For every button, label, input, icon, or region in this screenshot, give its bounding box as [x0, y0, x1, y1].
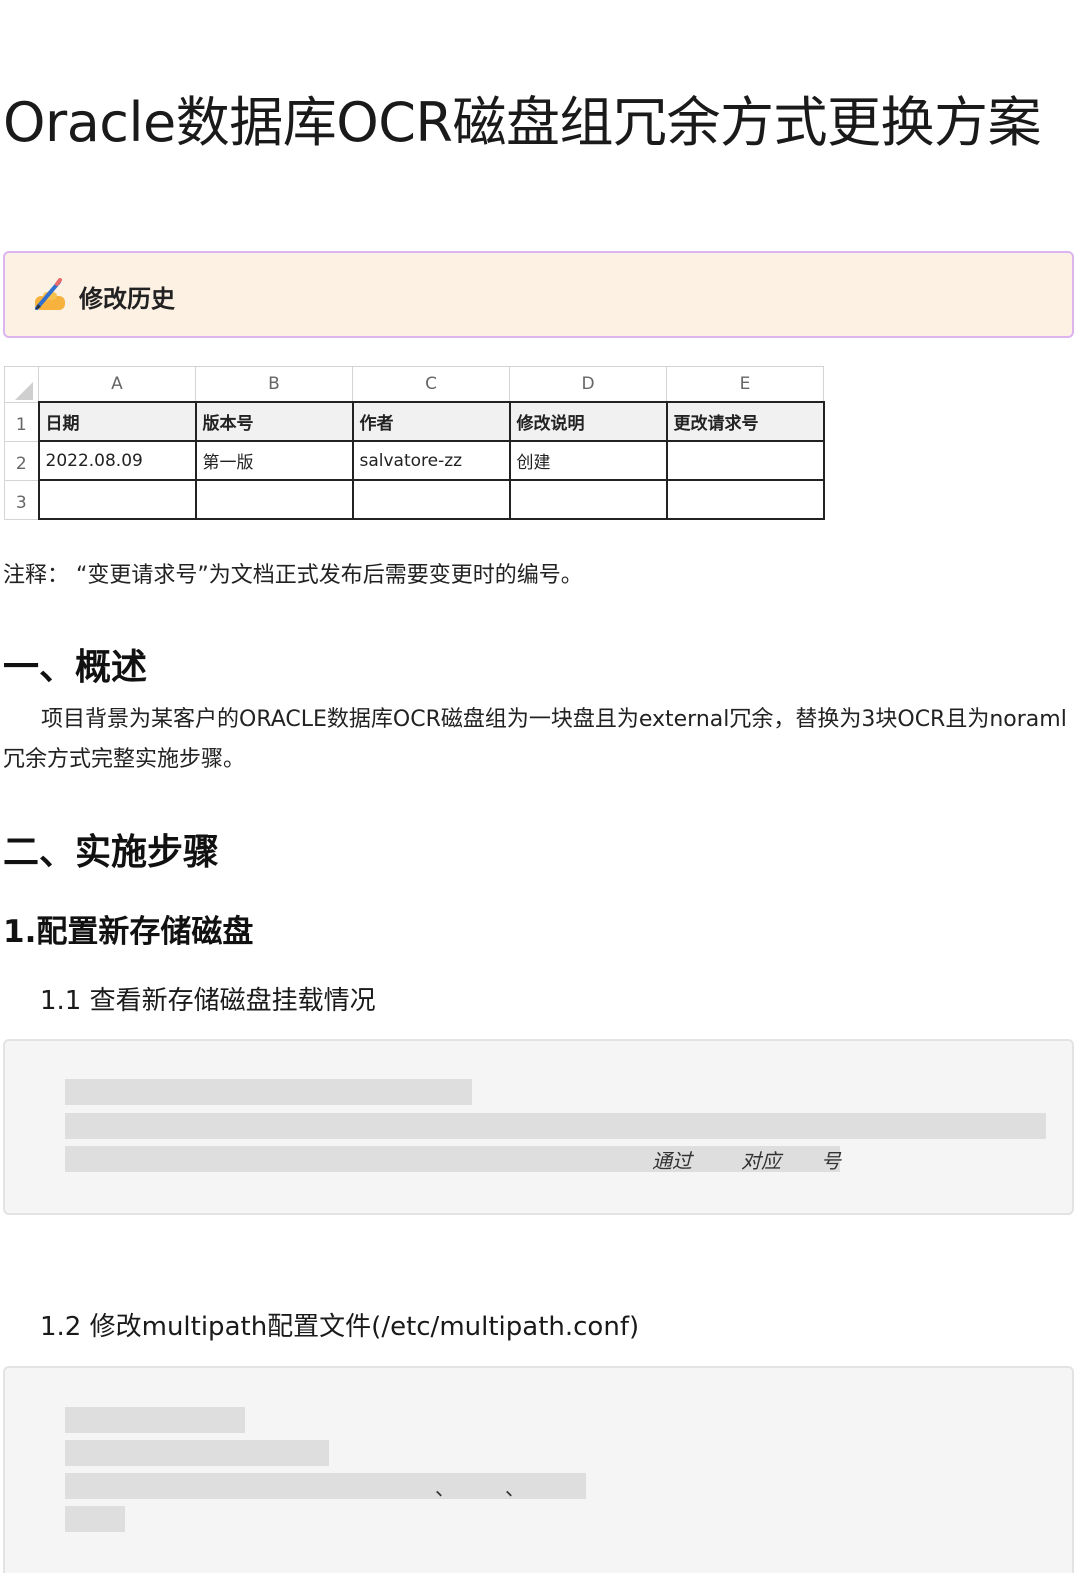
redacted-code-line	[65, 1113, 1046, 1139]
code-block: 、 、	[3, 1366, 1074, 1573]
step-heading: 1.1 查看新存储磁盘挂载情况	[40, 986, 376, 1016]
code-block: 通过 对应 号	[3, 1039, 1074, 1215]
column-header[interactable]: E	[666, 366, 824, 403]
redacted-code-line	[65, 1079, 472, 1105]
writing-hand-icon	[35, 278, 65, 310]
code-fragment: 号	[821, 1149, 841, 1173]
table-cell[interactable]: 创建	[508, 440, 668, 481]
row-number[interactable]: 1	[4, 401, 39, 442]
section-heading-overview: 一、概述	[3, 647, 148, 688]
redacted-code-line	[65, 1407, 245, 1433]
table-note: 注释： “变更请求号”为文档正式发布后需要变更时的编号。	[3, 563, 583, 588]
column-header-row: A B C D E	[4, 366, 824, 403]
table-cell[interactable]: 版本号	[194, 401, 354, 442]
redacted-code-line	[65, 1440, 329, 1466]
table-cell[interactable]: 第一版	[194, 440, 354, 481]
column-header[interactable]: D	[509, 366, 667, 403]
table-cell[interactable]: 日期	[37, 401, 197, 442]
subsection-heading: 1.配置新存储磁盘	[3, 914, 254, 950]
code-fragment: 、	[435, 1476, 455, 1500]
code-fragment: 对应	[741, 1149, 781, 1173]
table-cell[interactable]	[351, 479, 511, 520]
page-title: Oracle数据库OCR磁盘组冗余方式更换方案	[3, 91, 1041, 154]
table-cell[interactable]: 2022.08.09	[37, 440, 197, 481]
table-cell[interactable]	[665, 440, 825, 481]
revision-history-table: A B C D E 1 日期 版本号 作者 修改说明 更改请求号 2 2022.…	[4, 366, 825, 520]
code-fragment: 通过	[652, 1149, 692, 1173]
column-header[interactable]: C	[352, 366, 510, 403]
row-number[interactable]: 3	[4, 479, 39, 520]
section-heading-steps: 二、实施步骤	[3, 832, 220, 873]
table-cell[interactable]	[665, 479, 825, 520]
select-all-corner[interactable]	[4, 366, 39, 403]
table-row: 2 2022.08.09 第一版 salvatore-zz 创建	[4, 440, 825, 481]
table-cell[interactable]	[508, 479, 668, 520]
table-row: 3	[4, 479, 825, 520]
table-cell[interactable]	[194, 479, 354, 520]
step-heading: 1.2 修改multipath配置文件(/etc/multipath.conf)	[40, 1312, 640, 1342]
callout-title: 修改历史	[79, 285, 175, 313]
table-cell[interactable]: salvatore-zz	[351, 440, 511, 481]
column-header[interactable]: B	[195, 366, 353, 403]
column-header[interactable]: A	[38, 366, 196, 403]
table-cell[interactable]: 更改请求号	[665, 401, 825, 442]
row-number[interactable]: 2	[4, 440, 39, 481]
table-row: 1 日期 版本号 作者 修改说明 更改请求号	[4, 401, 825, 442]
table-cell[interactable]: 修改说明	[508, 401, 668, 442]
revision-history-callout: 修改历史	[3, 251, 1074, 338]
table-cell[interactable]	[37, 479, 197, 520]
redacted-code-line	[65, 1506, 125, 1532]
code-fragment: 、	[505, 1476, 525, 1500]
table-cell[interactable]: 作者	[351, 401, 511, 442]
overview-paragraph: 项目背景为某客户的ORACLE数据库OCR磁盘组为一块盘且为external冗余…	[3, 707, 1067, 772]
redacted-code-line	[65, 1146, 840, 1172]
